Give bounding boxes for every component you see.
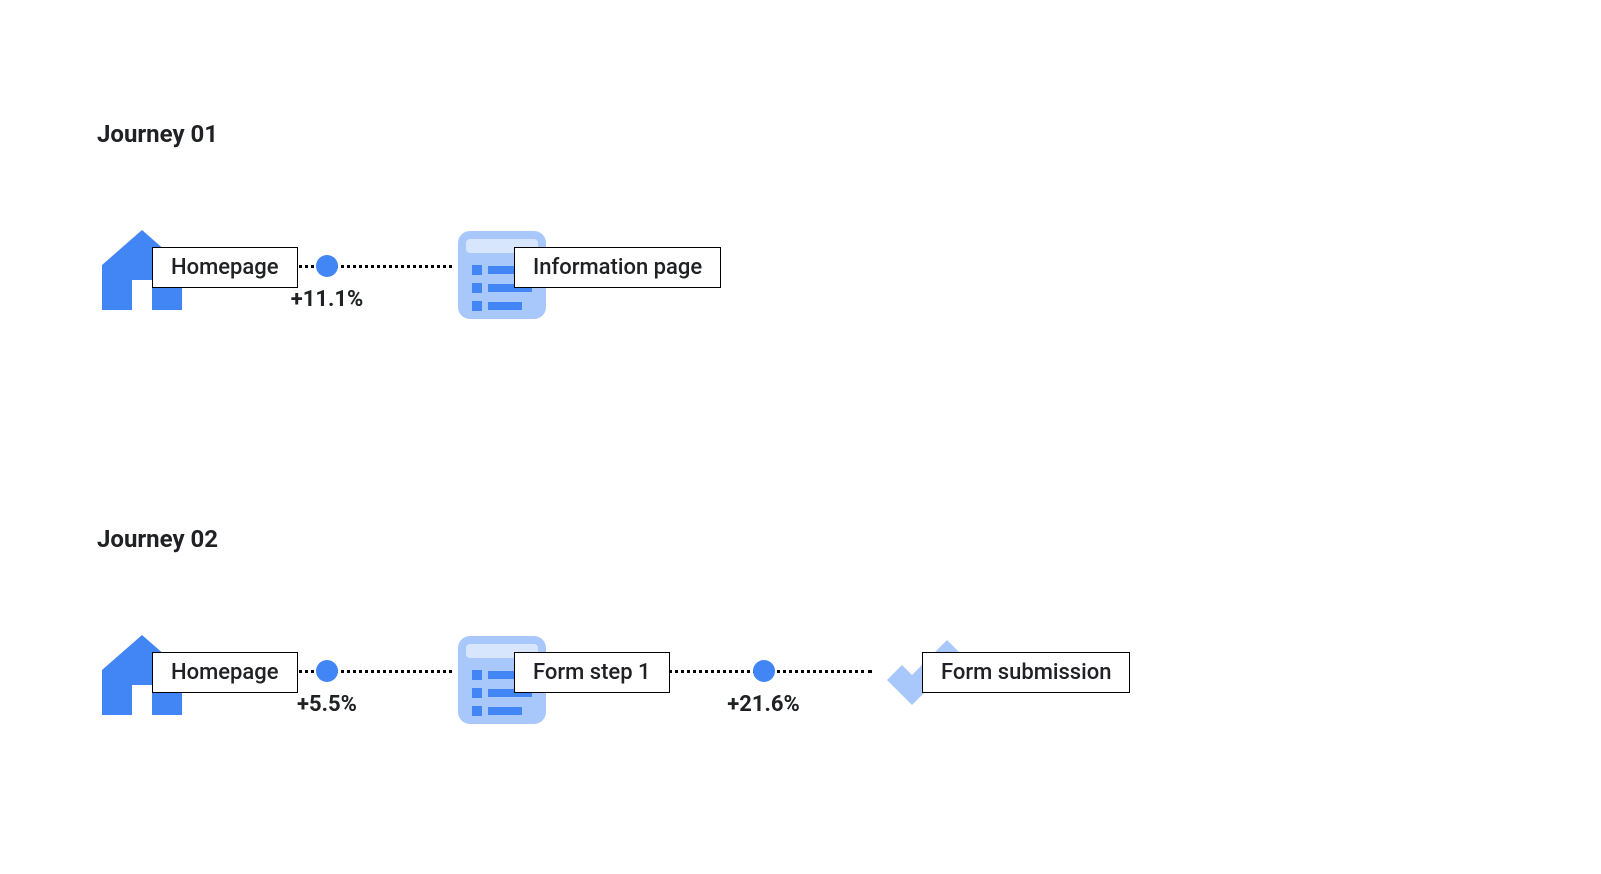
journey-step: Form step 1 (452, 630, 562, 730)
step-label: Homepage (152, 652, 298, 693)
step-label: Information page (514, 247, 721, 288)
journey-row: Homepage +5.5% Form step 1 +21.6% Form s… (97, 620, 982, 740)
journey-step: Information page (452, 225, 562, 325)
connector-dot (316, 660, 338, 682)
step-label: Form step 1 (514, 652, 670, 693)
journey-row: Homepage +11.1% Information page (97, 215, 562, 335)
connector-value: +11.1% (291, 287, 364, 312)
journey-step: Homepage (97, 630, 202, 730)
journey-step: Homepage (97, 225, 202, 325)
connector-value: +5.5% (297, 692, 357, 717)
connector-value: +21.6% (727, 692, 800, 717)
connector-dot (753, 660, 775, 682)
journey-title: Journey 02 (97, 525, 218, 553)
journey-step: Form submission (872, 630, 982, 730)
connector-dot (316, 255, 338, 277)
journey-title: Journey 01 (97, 120, 218, 148)
step-label: Form submission (922, 652, 1130, 693)
step-label: Homepage (152, 247, 298, 288)
